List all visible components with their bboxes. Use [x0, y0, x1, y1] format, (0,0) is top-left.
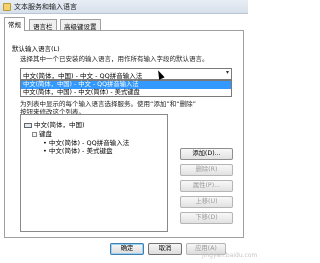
watermark: jingyan.baidu.com	[202, 252, 258, 259]
title-bar: 文本服务和输入语言	[0, 0, 248, 14]
remove-button[interactable]: 删除(R)	[180, 164, 233, 176]
tab-language-bar[interactable]: 语言栏	[29, 19, 57, 31]
default-language-description: 选择其中一个已安装的输入语言，用作所有输入字段的默认语言。	[20, 55, 209, 63]
default-language-dropdown-list: 中文(简体，中国) - 中文 - QQ拼音输入法 中文(简体，中国) - 中文(…	[20, 80, 232, 97]
dropdown-option[interactable]: 中文(简体，中国) - 中文(简体) - 美式键盘	[21, 89, 231, 97]
move-down-button[interactable]: 下移(D)	[180, 212, 233, 224]
window-title: 文本服务和输入语言	[14, 3, 77, 11]
default-language-heading: 默认输入语言(L)	[12, 45, 60, 53]
keyboard-icon	[24, 122, 32, 128]
move-up-button[interactable]: 上移(U)	[180, 196, 233, 208]
tab-advanced-key-settings[interactable]: 高级键设置	[60, 19, 101, 31]
add-button[interactable]: 添加(D)...	[180, 148, 233, 160]
properties-button[interactable]: 属性(P)...	[180, 180, 233, 192]
default-language-selected-value: 中文(简体，中国) - 中文 - QQ拼音输入法	[23, 72, 143, 80]
tree-item-label: 中文(简体) - 美式键盘	[48, 147, 113, 155]
text-services-dialog: 文本服务和输入语言 常规 语言栏 高级键设置 默认输入语言(L) 选择其中一个已…	[0, 0, 257, 263]
ok-button[interactable]: 确定	[110, 243, 144, 255]
default-language-select[interactable]: 中文(简体，中国) - 中文 - QQ拼音输入法 ▾	[20, 68, 232, 80]
tree-item[interactable]: • 中文(简体) - 美式键盘	[43, 145, 112, 155]
cancel-button[interactable]: 取消	[148, 243, 182, 255]
dropdown-option[interactable]: 中文(简体，中国) - 中文 - QQ拼音输入法	[21, 81, 231, 89]
installed-services-tree[interactable]: 中文(简体，中国) 键盘 • 中文(简体) - QQ拼音输入法 • 中文(简体)…	[20, 114, 168, 232]
chevron-down-icon[interactable]: ▾	[226, 69, 229, 76]
keyboard-group-icon	[32, 131, 37, 137]
keyboard-icon	[3, 3, 11, 11]
tab-general[interactable]: 常规	[4, 17, 25, 31]
